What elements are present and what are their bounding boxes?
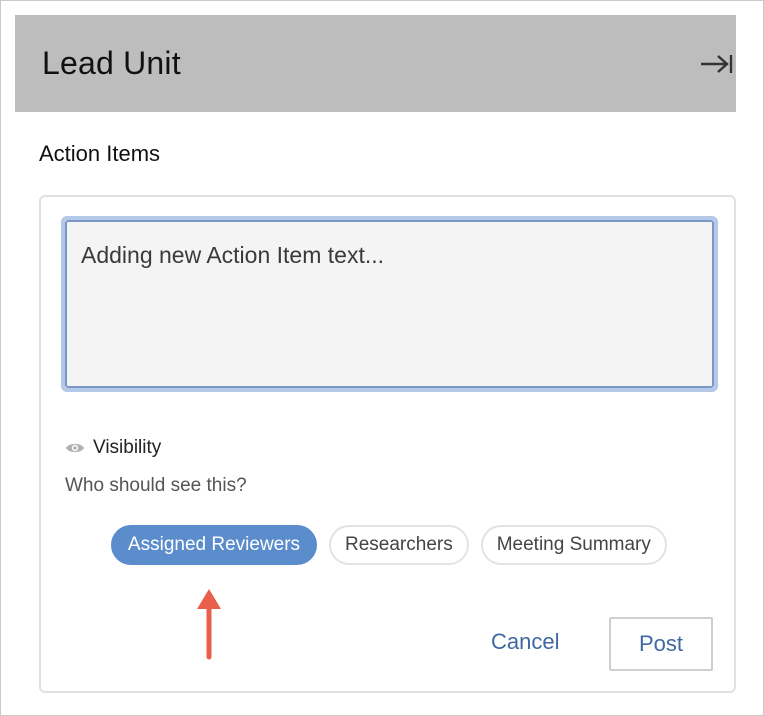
chip-assigned-reviewers[interactable]: Assigned Reviewers — [111, 525, 317, 565]
visibility-question: Who should see this? — [65, 475, 247, 496]
panel-header: Lead Unit — [15, 15, 736, 112]
visibility-options: Assigned Reviewers Researchers Meeting S… — [111, 525, 667, 565]
section-title: Action Items — [39, 141, 161, 166]
eye-icon — [66, 443, 84, 453]
collapse-right-icon[interactable] — [699, 52, 735, 76]
visibility-row: Visibility — [65, 437, 161, 459]
arrow-up-icon — [197, 589, 221, 660]
chip-researchers[interactable]: Researchers — [329, 525, 469, 565]
textarea-focus-ring: Adding new Action Item text... — [61, 216, 718, 392]
panel-title: Lead Unit — [42, 45, 181, 81]
action-item-textarea[interactable]: Adding new Action Item text... — [65, 220, 714, 388]
chip-meeting-summary[interactable]: Meeting Summary — [480, 525, 667, 565]
panel-frame: Lead Unit Action Items Adding new Action… — [0, 0, 764, 716]
post-button[interactable]: Post — [609, 617, 713, 671]
cancel-button[interactable]: Cancel — [491, 629, 559, 655]
visibility-label: Visibility — [93, 437, 162, 458]
action-item-card: Adding new Action Item text... Visibilit… — [39, 195, 736, 693]
